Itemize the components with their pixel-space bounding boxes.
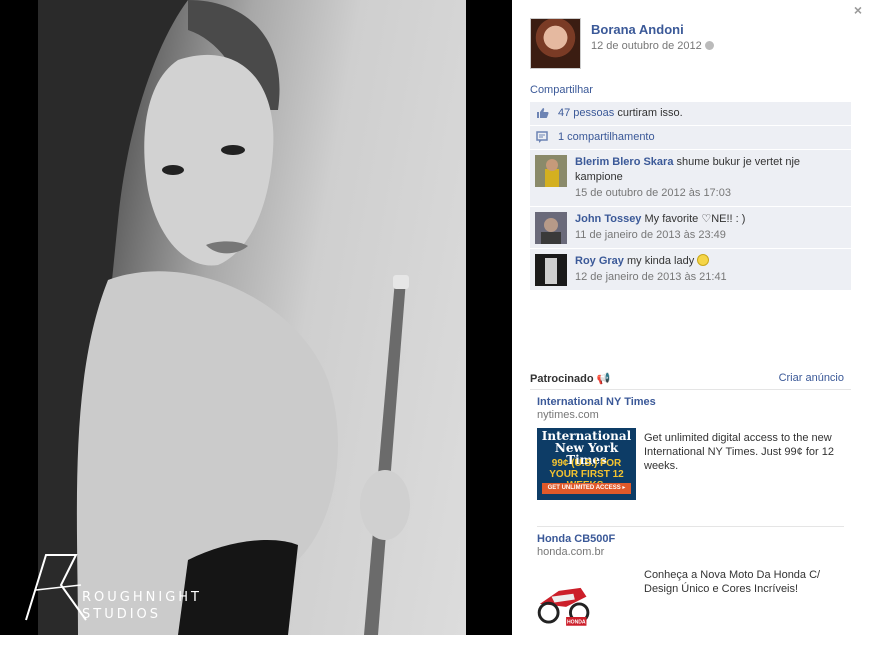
likes-count-link[interactable]: 47 pessoas (558, 107, 614, 119)
thumbs-up-icon (537, 108, 549, 118)
share-link[interactable]: Compartilhar (530, 84, 593, 96)
honda-brand: HONDA (567, 620, 586, 626)
share-icon (536, 131, 548, 143)
ad-title[interactable]: Honda CB500F (537, 533, 844, 545)
author-avatar[interactable] (530, 18, 581, 69)
megaphone-icon: 📢 (596, 373, 611, 385)
photo[interactable] (38, 0, 466, 635)
ad-domain: nytimes.com (537, 409, 599, 421)
author-name[interactable]: Borana Andoni (591, 22, 684, 37)
comment-time[interactable]: 11 de janeiro de 2013 às 23:49 (575, 228, 845, 243)
comment-time[interactable]: 15 de outubro de 2012 às 17:03 (575, 186, 845, 201)
ad-nytimes[interactable]: International NY Times nytimes.com Inter… (530, 390, 851, 526)
sponsored-title-text: Patrocinado (530, 373, 594, 385)
photo-stage: Roughnight Studios (0, 0, 512, 635)
close-icon[interactable]: × (851, 2, 865, 18)
nyt-cta-button: GET UNLIMITED ACCESS ▸ (542, 483, 631, 494)
comment: Roy Gray my kinda lady 12 de janeiro de … (530, 249, 851, 291)
comment-text: my kinda lady (623, 255, 698, 267)
post-date-text[interactable]: 12 de outubro de 2012 (591, 40, 702, 52)
ad-domain: honda.com.br (537, 546, 605, 558)
ad-honda[interactable]: Honda CB500F honda.com.br HONDA Conheça … (530, 527, 851, 647)
post-header: Borana Andoni 12 de outubro de 2012 (530, 18, 851, 72)
post-date: 12 de outubro de 2012 (591, 40, 714, 52)
commenter-name[interactable]: John Tossey (575, 213, 641, 225)
feedback-box: 47 pessoas curtiram isso. 1 compartilham… (530, 102, 851, 291)
commenter-avatar[interactable] (535, 254, 567, 286)
watermark-text: Roughnight Studios (82, 589, 202, 623)
commenter-name[interactable]: Blerim Blero Skara (575, 156, 673, 168)
comment-time[interactable]: 12 de janeiro de 2013 às 21:41 (575, 270, 845, 285)
comment-text: My favorite ♡NE!! : ) (641, 213, 746, 225)
likes-text: curtiram isso. (614, 107, 683, 119)
ad-text: Conheça a Nova Moto Da Honda C/ Design Ú… (644, 569, 821, 595)
ad-image[interactable]: HONDA (537, 565, 609, 637)
likes-row: 47 pessoas curtiram isso. (530, 102, 851, 126)
globe-icon[interactable] (704, 41, 714, 50)
sponsored-section: Patrocinado 📢 Criar anúncio Internationa… (530, 370, 851, 647)
shares-row: 1 compartilhamento (530, 126, 851, 150)
watermark-line2: Studios (82, 607, 162, 622)
sponsored-title: Patrocinado 📢 (530, 372, 610, 385)
commenter-avatar[interactable] (535, 212, 567, 244)
create-ad-link[interactable]: Criar anúncio (779, 372, 844, 384)
shares-link[interactable]: 1 compartilhamento (558, 131, 655, 143)
comment: John Tossey My favorite ♡NE!! : ) 11 de … (530, 207, 851, 249)
commenter-name[interactable]: Roy Gray (575, 255, 624, 267)
watermark-line1: Roughnight (82, 590, 202, 605)
ad-text: Get unlimited digital access to the new … (644, 432, 834, 472)
ad-image[interactable]: International New York Times 99¢ (U.S.) … (537, 428, 636, 500)
photo-illustration (38, 0, 410, 635)
commenter-avatar[interactable] (535, 155, 567, 187)
ad-title[interactable]: International NY Times (537, 396, 844, 408)
smiley-icon (697, 254, 710, 266)
comment: Blerim Blero Skara shume bukur je vertet… (530, 150, 851, 207)
